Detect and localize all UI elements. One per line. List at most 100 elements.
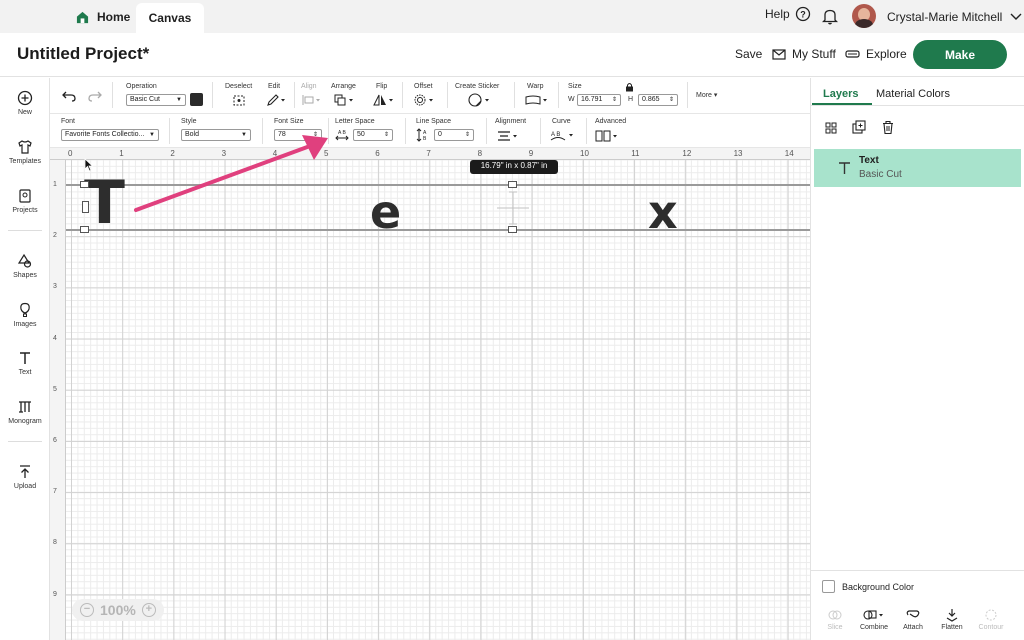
advanced-icon[interactable] — [595, 130, 621, 142]
nav-images-label: Images — [13, 321, 37, 328]
tab-layers[interactable]: Layers — [823, 88, 858, 100]
combine-button[interactable]: Combine — [852, 608, 896, 631]
machine-icon — [845, 50, 860, 58]
layer-name: Text — [859, 155, 879, 166]
ruler-top-number: 10 — [580, 149, 589, 158]
deselect-icon[interactable] — [232, 94, 246, 107]
flatten-label: Flatten — [941, 624, 963, 631]
tab-material-colors[interactable]: Material Colors — [876, 88, 950, 100]
line-space-icon: AB — [416, 128, 427, 142]
bell-icon[interactable] — [822, 8, 838, 25]
ruler-top-number: 9 — [528, 149, 534, 158]
line-space-input[interactable]: 0 ⇕ — [434, 129, 474, 141]
canvas-glyph-e[interactable]: e — [370, 185, 401, 239]
duplicate-icon[interactable] — [852, 120, 867, 135]
contour-icon — [985, 609, 997, 621]
nav-images[interactable]: Images — [0, 302, 50, 328]
edit-toolbar: Operation Basic Cut ▼ Deselect Edit Align… — [50, 78, 810, 114]
nav-shapes[interactable]: Shapes — [0, 253, 50, 279]
text-cursor-icon — [497, 191, 529, 225]
tab-canvas[interactable]: Canvas — [136, 3, 204, 33]
tab-home[interactable]: Home — [66, 4, 140, 30]
nav-projects[interactable]: Projects — [0, 188, 50, 214]
align-center-icon[interactable] — [496, 130, 520, 142]
nav-new-label: New — [17, 109, 32, 116]
nav-monogram[interactable]: Monogram — [0, 399, 50, 425]
ruler-left: 1 2 3 4 5 6 7 8 9 — [50, 160, 66, 640]
pencil-icon[interactable] — [266, 94, 286, 106]
attach-button[interactable]: Attach — [891, 608, 935, 631]
background-color-checkbox[interactable] — [822, 580, 835, 593]
height-input[interactable]: 0.865 ⇕ — [638, 94, 678, 106]
align-icon[interactable] — [301, 94, 321, 106]
sticker-icon[interactable] — [468, 93, 492, 107]
create-sticker-label: Create Sticker — [455, 83, 500, 90]
color-swatch[interactable] — [190, 93, 203, 106]
advanced-label: Advanced — [595, 118, 627, 125]
toolbar-divider — [540, 118, 541, 144]
deselect-label: Deselect — [225, 83, 253, 90]
zoom-control[interactable]: − 100% + — [72, 599, 164, 621]
canvas-glyph-x[interactable]: x — [648, 185, 678, 239]
layer-item-text[interactable]: Text Basic Cut — [814, 149, 1021, 187]
toolbar-divider — [294, 82, 295, 108]
trash-icon[interactable] — [881, 120, 895, 135]
avatar[interactable] — [852, 4, 876, 28]
contour-button[interactable]: Contour — [969, 608, 1013, 631]
canvas-grid[interactable] — [66, 160, 810, 640]
flatten-button[interactable]: Flatten — [930, 608, 974, 631]
offset-icon[interactable] — [414, 94, 436, 106]
zoom-level: 100% — [100, 602, 136, 618]
save-label: Save — [735, 47, 763, 61]
title-bar: Untitled Project* Save My Stuff Explore … — [0, 33, 1024, 77]
letter-space-input[interactable]: 50 ⇕ — [353, 129, 393, 141]
resize-handle[interactable] — [82, 201, 89, 213]
save-button[interactable]: Save — [735, 47, 762, 61]
curve-icon[interactable]: A B — [550, 129, 576, 142]
flip-icon[interactable] — [373, 94, 395, 106]
operation-select[interactable]: Basic Cut ▼ — [126, 94, 186, 106]
undo-icon[interactable] — [62, 90, 76, 102]
line-space-value: 0 — [438, 131, 442, 138]
my-stuff-label: My Stuff — [792, 47, 836, 61]
more-menu[interactable]: More ▾ — [696, 91, 717, 99]
canvas-glyph-t[interactable]: T — [84, 168, 125, 238]
height-value: 0.865 — [642, 96, 660, 103]
nav-divider — [8, 441, 42, 442]
curve-label: Curve — [552, 118, 571, 125]
ruler-left-number: 5 — [53, 385, 57, 393]
resize-handle[interactable] — [508, 226, 517, 233]
help-button[interactable]: Help ? — [765, 6, 811, 22]
user-menu[interactable]: Crystal-Marie Mitchell — [887, 10, 1022, 24]
width-input[interactable]: 16.791 ⇕ — [577, 94, 621, 106]
size-label: Size — [568, 83, 582, 90]
resize-handle[interactable] — [80, 226, 89, 233]
zoom-in-button[interactable]: + — [141, 603, 156, 617]
explore-button[interactable]: Explore — [845, 47, 907, 61]
lock-icon[interactable] — [625, 82, 634, 92]
zoom-out-button[interactable]: − — [80, 603, 94, 617]
nav-templates[interactable]: Templates — [0, 139, 50, 165]
group-icon[interactable] — [824, 121, 838, 135]
slice-button[interactable]: Slice — [813, 608, 857, 631]
project-title[interactable]: Untitled Project* — [17, 44, 149, 64]
help-icon: ? — [795, 6, 810, 22]
shapes-icon — [17, 253, 32, 268]
nav-projects-label: Projects — [12, 207, 38, 214]
ruler-left-number: 1 — [53, 181, 57, 188]
explore-label: Explore — [866, 47, 907, 61]
resize-handle[interactable] — [508, 181, 517, 188]
resize-handle[interactable] — [80, 181, 89, 188]
nav-text[interactable]: Text — [0, 350, 50, 376]
warp-icon[interactable] — [525, 94, 549, 106]
nav-new[interactable]: New — [0, 90, 50, 116]
redo-icon[interactable] — [88, 90, 102, 102]
upload-icon — [20, 465, 30, 478]
nav-templates-label: Templates — [9, 158, 41, 165]
ruler-top-number: 14 — [784, 149, 794, 158]
tab-divider — [811, 105, 1024, 106]
my-stuff-button[interactable]: My Stuff — [772, 47, 836, 61]
make-button[interactable]: Make — [913, 40, 1007, 69]
nav-upload[interactable]: Upload — [0, 464, 50, 490]
arrange-icon[interactable] — [334, 94, 356, 106]
